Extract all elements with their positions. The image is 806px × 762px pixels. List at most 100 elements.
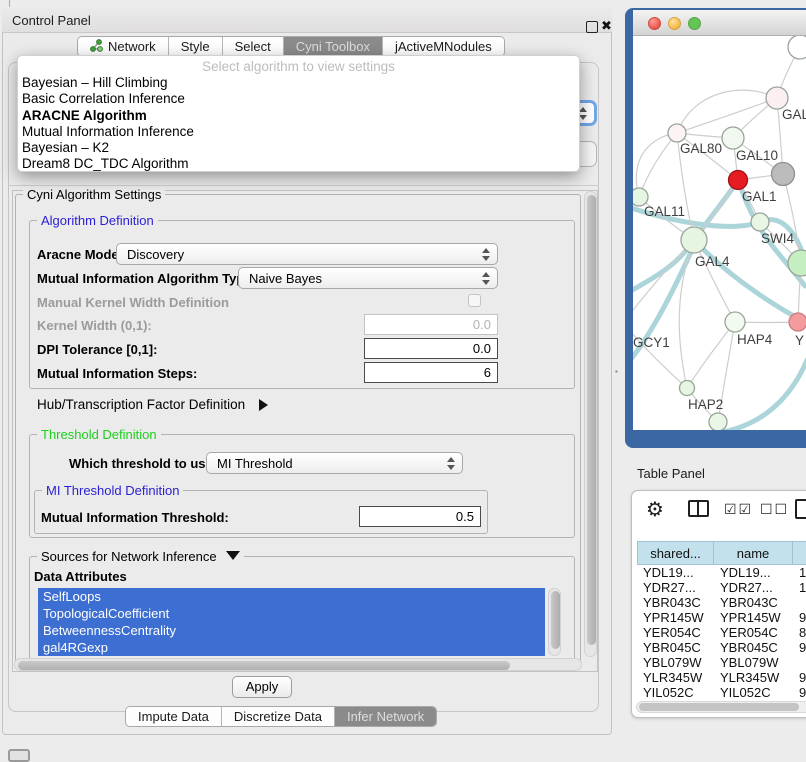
float-panel-icon[interactable] <box>586 21 598 33</box>
algorithm-option-basic-correlation-inference[interactable]: Basic Correlation Inference <box>21 91 578 107</box>
table-cell <box>793 595 806 610</box>
algorithm-option-bayesian-k2[interactable]: Bayesian – K2 <box>21 140 578 156</box>
network-node-gal[interactable] <box>766 87 788 109</box>
tab-impute-data[interactable]: Impute Data <box>126 707 222 726</box>
network-node-swi4[interactable] <box>751 213 769 231</box>
data-attribute-selfloops[interactable]: SelfLoops <box>38 588 545 605</box>
corner-widget-icon[interactable] <box>8 749 30 762</box>
column-header-a[interactable]: A <box>793 541 806 565</box>
table-row[interactable]: YPR145WYPR145W9. <box>637 610 806 625</box>
table-cell: YBR043C <box>637 595 714 610</box>
network-node-gal10[interactable] <box>722 127 744 149</box>
tab-cyni-toolbox[interactable]: Cyni Toolbox <box>284 37 383 56</box>
table-row[interactable]: YBR045CYBR045C9. <box>637 640 806 655</box>
node-label-hap4: HAP4 <box>737 332 773 347</box>
table-cell: 13 <box>793 565 806 580</box>
dpi-tolerance-field[interactable]: 0.0 <box>364 338 498 359</box>
tab-label: Style <box>181 39 210 54</box>
mi-threshold-field[interactable]: 0.5 <box>359 506 481 527</box>
export-table-icon[interactable] <box>795 499 806 519</box>
algorithm-option-aracne-algorithm[interactable]: ARACNE Algorithm <box>21 108 578 124</box>
kernel-width-field[interactable]: 0.0 <box>364 314 498 335</box>
table-cell: YIL052C <box>637 685 714 700</box>
table-horizontal-scrollbar[interactable] <box>636 701 806 713</box>
network-node-hap2[interactable] <box>680 381 695 396</box>
network-node-gal4[interactable] <box>681 227 707 253</box>
deselect-all-checkboxes-icon[interactable]: ☐☐ <box>760 502 789 518</box>
node-label-gcy1: GCY1 <box>633 335 670 350</box>
tab-style[interactable]: Style <box>169 37 223 56</box>
which-threshold-combo[interactable]: MI Threshold <box>206 452 463 474</box>
panel-splitter-handle[interactable]: ▪ <box>615 369 620 379</box>
window-zoom-icon[interactable] <box>688 17 701 30</box>
settings-vertical-scrollbar[interactable] <box>584 191 597 657</box>
mi-steps-label: Mutual Information Steps: <box>37 366 197 381</box>
tab-jactivemnodules[interactable]: jActiveMNodules <box>383 37 504 56</box>
algorithm-option-mutual-information-inference[interactable]: Mutual Information Inference <box>21 124 578 140</box>
algorithm-option-bayesian-hill-climbing[interactable]: Bayesian – Hill Climbing <box>21 75 578 91</box>
network-window-titlebar[interactable] <box>633 10 806 36</box>
window-close-icon[interactable] <box>648 17 661 30</box>
network-node-y[interactable] <box>789 313 806 331</box>
algorithm-definition-title: Algorithm Definition <box>37 213 158 228</box>
tab-discretize-data[interactable]: Discretize Data <box>222 707 335 726</box>
select-all-checkboxes-icon[interactable]: ☑☑ <box>724 502 753 518</box>
column-header-shared[interactable]: shared... <box>637 541 714 565</box>
table-row[interactable]: YIL052CYIL052C9 <box>637 685 806 700</box>
column-split-icon[interactable] <box>688 500 709 517</box>
screen: Control Panel ✖ NetworkStyleSelectCyni T… <box>0 0 806 762</box>
aracne-mode-combo[interactable]: Discovery <box>116 243 498 265</box>
mi-algorithm-type-combo[interactable]: Naive Bayes <box>238 267 498 289</box>
manual-kernel-label: Manual Kernel Width Definition <box>37 295 229 310</box>
apply-button[interactable]: Apply <box>232 676 292 698</box>
table-cell: YLR345W <box>714 670 793 685</box>
settings-horizontal-scrollbar[interactable] <box>14 658 582 671</box>
window-minimize-icon[interactable] <box>668 17 681 30</box>
network-node-gal80[interactable] <box>668 124 686 142</box>
table-cell: 8. <box>793 625 806 640</box>
combo-stepper-icon <box>481 271 490 286</box>
network-node[interactable] <box>788 36 806 59</box>
table-row[interactable]: YDR27...YDR27...12 <box>637 580 806 595</box>
algorithm-option-dream8-dc-tdc-algorithm[interactable]: Dream8 DC_TDC Algorithm <box>21 156 578 172</box>
tab-label: Cyni Toolbox <box>296 39 370 54</box>
table-row[interactable]: YBR043CYBR043C <box>637 595 806 610</box>
table-cell: YDR27... <box>637 580 714 595</box>
table-cell: YDL19... <box>714 565 793 580</box>
top-divider <box>9 0 10 7</box>
tab-select[interactable]: Select <box>223 37 284 56</box>
hub-expand-arrow-icon[interactable] <box>259 397 268 415</box>
data-attribute-topologicalcoefficient[interactable]: TopologicalCoefficient <box>38 605 545 622</box>
network-node-gal1[interactable] <box>729 171 748 190</box>
table-row[interactable]: YDL19...YDL19...13 <box>637 565 806 580</box>
column-header-name[interactable]: name <box>714 541 793 565</box>
table-row[interactable]: YLR345WYLR345W9. <box>637 670 806 685</box>
table-row[interactable]: YER054CYER054C8. <box>637 625 806 640</box>
gear-icon[interactable]: ⚙ <box>646 497 664 521</box>
network-node[interactable] <box>772 163 795 186</box>
node-table: shared...nameA YDL19...YDL19...13YDR27..… <box>637 541 806 700</box>
table-cell: YPR145W <box>714 610 793 625</box>
algorithm-option-list: Bayesian – Hill ClimbingBasic Correlatio… <box>21 75 578 173</box>
table-row[interactable]: YBL079WYBL079W <box>637 655 806 670</box>
tab-infer-network[interactable]: Infer Network <box>335 707 436 726</box>
sources-collapse-arrow-icon[interactable] <box>226 551 240 560</box>
table-cell: YER054C <box>714 625 793 640</box>
tab-label: Select <box>235 39 271 54</box>
table-header-row: shared...nameA <box>637 541 806 565</box>
close-panel-icon[interactable]: ✖ <box>601 19 612 34</box>
tab-label: Discretize Data <box>234 709 322 724</box>
data-attribute-gal4rgexp[interactable]: gal4RGexp <box>38 639 545 656</box>
manual-kernel-checkbox[interactable] <box>468 294 481 307</box>
table-cell: YDL19... <box>637 565 714 580</box>
network-canvas[interactable]: GALGAL80GAL10GAL1GAL11GAL4SWI4GCY1HAP4YH… <box>633 36 806 430</box>
sources-title-text: Sources for Network Inference <box>41 549 217 564</box>
tab-network[interactable]: Network <box>78 37 169 56</box>
threshold-definition-title: Threshold Definition <box>37 427 161 442</box>
data-attribute-betweennesscentrality[interactable]: BetweennessCentrality <box>38 622 545 639</box>
network-node-hap4[interactable] <box>725 312 745 332</box>
network-node[interactable] <box>709 413 727 430</box>
mi-steps-field[interactable]: 6 <box>364 362 498 383</box>
node-label-gal4: GAL4 <box>695 254 730 269</box>
attribute-list-scrollbar[interactable] <box>548 588 561 656</box>
